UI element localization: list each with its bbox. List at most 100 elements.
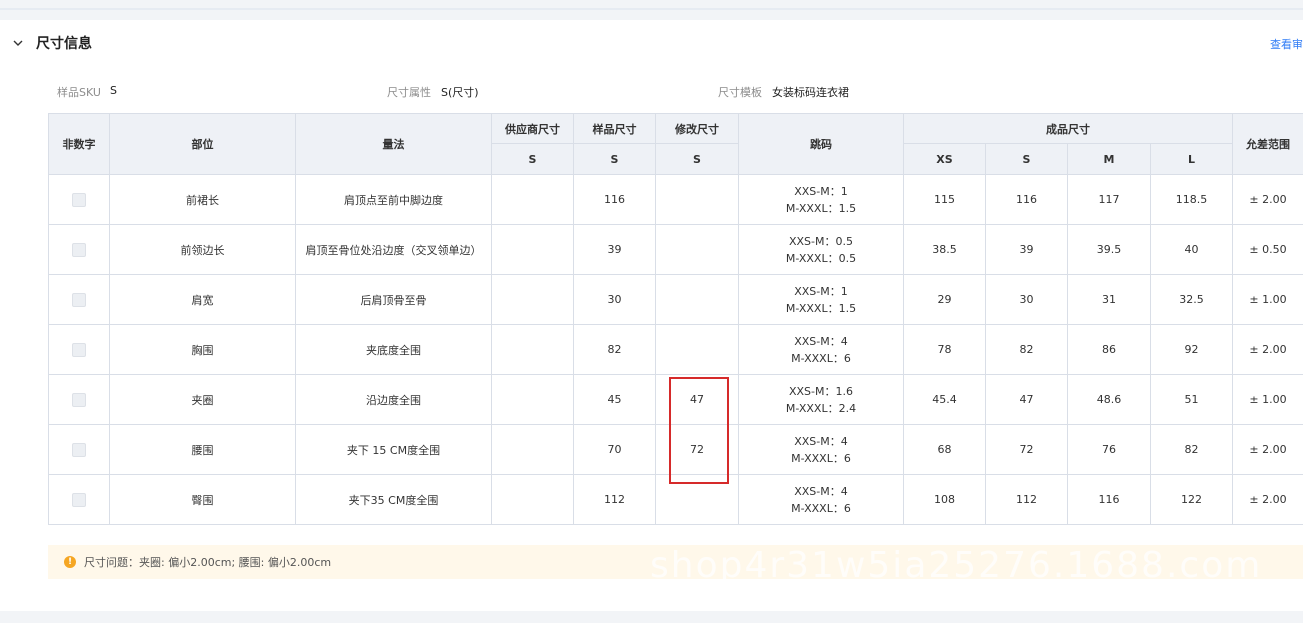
cell-part: 肩宽 [109,274,296,325]
cell-part: 前领边长 [109,224,296,275]
header-tolerance: 允差范围 [1232,113,1303,175]
row-checkbox[interactable] [72,492,86,507]
cell-xs: 68 [903,424,986,475]
header-size-l: L [1150,143,1233,175]
cell-supplier[interactable] [491,424,574,475]
cell-grading: XXS-M：1 M-XXXL：1.5 [738,174,904,225]
cell-m: 86 [1067,324,1151,375]
cell-xs: 78 [903,324,986,375]
cell-modified[interactable] [655,474,739,525]
cell-supplier[interactable] [491,374,574,425]
header-size-s: S [985,143,1068,175]
table-row: 胸围 夹底度全围 82 XXS-M：4 M-XXXL：6 78 82 86 92 … [48,324,1303,375]
grading-line: XXS-M：4 [794,434,848,448]
chevron-down-icon[interactable] [12,37,24,49]
grading-line: M-XXXL：0.5 [785,251,857,265]
grading-line: XXS-M：4 [794,334,848,348]
cell-m: 48.6 [1067,374,1151,425]
header-sample-s: S [573,143,656,175]
cell-grading: XXS-M：1.6 M-XXXL：2.4 [738,374,904,425]
cell-l: 122 [1150,474,1233,525]
cell-sample: 82 [573,324,656,375]
cell-modified[interactable] [655,174,739,225]
cell-sample: 45 [573,374,656,425]
alert-text: 尺寸问题：夹圈: 偏小2.00cm; 腰围: 偏小2.00cm [84,556,332,569]
size-table-wrap: 非数字 部位 量法 供应商尺寸 样品尺寸 修改尺寸 跳码 成品尺寸 允差范围 S… [48,113,1303,525]
cell-sample: 30 [573,274,656,325]
cell-method: 夹底度全围 [295,324,492,375]
sku-value: S [110,84,117,97]
header-method: 量法 [295,113,492,175]
grading-line: XXS-M：1.6 [788,384,853,398]
cell-l: 40 [1150,224,1233,275]
table-row: 前领边长 肩顶至骨位处沿边度（交叉领单边） 39 XXS-M：0.5 M-XXXL… [48,224,1303,275]
grading-line: XXS-M：1 [794,184,848,198]
cell-m: 39.5 [1067,224,1151,275]
cell-grading: XXS-M：4 M-XXXL：6 [738,324,904,375]
cell-tolerance: ± 1.00 [1232,374,1303,425]
audit-link[interactable]: 查看审 [1270,36,1303,52]
header-size-xs: XS [903,143,986,175]
size-attr-value: S(尺寸) [441,86,479,99]
cell-s: 82 [985,324,1068,375]
grading-line: M-XXXL：1.5 [785,301,857,315]
table-row: 前裙长 肩顶点至前中脚边度 116 XXS-M：1 M-XXXL：1.5 115 … [48,174,1303,225]
header-finished-size: 成品尺寸 [903,113,1233,144]
cell-part: 前裙长 [109,174,296,225]
row-checkbox[interactable] [72,242,86,257]
cell-s: 72 [985,424,1068,475]
grading-line: XXS-M：4 [794,484,848,498]
shop-watermark: shop4r31w5ia25276.1688.com [650,545,1263,586]
cell-part: 胸围 [109,324,296,375]
cell-tolerance: ± 2.00 [1232,424,1303,475]
cell-m: 76 [1067,424,1151,475]
header-supplier-s: S [491,143,574,175]
header-size-m: M [1067,143,1151,175]
cell-method: 后肩顶骨至骨 [295,274,492,325]
grading-line: M-XXXL：6 [791,451,851,465]
section-title: 尺寸信息 [36,35,92,51]
header-part: 部位 [109,113,296,175]
cell-xs: 45.4 [903,374,986,425]
cell-modified[interactable]: 72 [655,424,739,475]
header-non-numeric: 非数字 [48,113,110,175]
cell-part: 臀围 [109,474,296,525]
cell-method: 夹下 15 CM度全围 [295,424,492,475]
cell-tolerance: ± 2.00 [1232,474,1303,525]
row-checkbox[interactable] [72,192,86,207]
cell-modified[interactable] [655,274,739,325]
size-template-label: 尺寸模板 [718,86,762,99]
row-checkbox[interactable] [72,342,86,357]
header-modified-size: 修改尺寸 [655,113,739,144]
row-checkbox[interactable] [72,392,86,407]
grading-line: M-XXXL：1.5 [785,201,857,215]
cell-modified[interactable] [655,224,739,275]
cell-grading: XXS-M：4 M-XXXL：6 [738,474,904,525]
row-checkbox[interactable] [72,442,86,457]
cell-xs: 115 [903,174,986,225]
table-row: 臀围 夹下35 CM度全围 112 XXS-M：4 M-XXXL：6 108 11… [48,474,1303,525]
cell-tolerance: ± 2.00 [1232,174,1303,225]
cell-s: 116 [985,174,1068,225]
cell-supplier[interactable] [491,274,574,325]
grading-line: M-XXXL：2.4 [785,401,857,415]
cell-supplier[interactable] [491,174,574,225]
cell-xs: 38.5 [903,224,986,275]
cell-supplier[interactable] [491,324,574,375]
cell-modified[interactable] [655,324,739,375]
cell-method: 肩顶至骨位处沿边度（交叉领单边） [295,224,492,275]
header-supplier-size: 供应商尺寸 [491,113,574,144]
cell-m: 31 [1067,274,1151,325]
cell-modified[interactable]: 47 [655,374,739,425]
grading-line: XXS-M：0.5 [788,234,853,248]
grading-line: M-XXXL：6 [791,501,851,515]
cell-supplier[interactable] [491,224,574,275]
cell-grading: XXS-M：1 M-XXXL：1.5 [738,274,904,325]
cell-supplier[interactable] [491,474,574,525]
sku-info-row: 样品SKU S 尺寸属性 S(尺寸) 尺寸模板 女装标码连衣裙 [0,84,1303,100]
cell-l: 51 [1150,374,1233,425]
cell-s: 47 [985,374,1068,425]
cell-sample: 112 [573,474,656,525]
cell-l: 118.5 [1150,174,1233,225]
row-checkbox[interactable] [72,292,86,307]
